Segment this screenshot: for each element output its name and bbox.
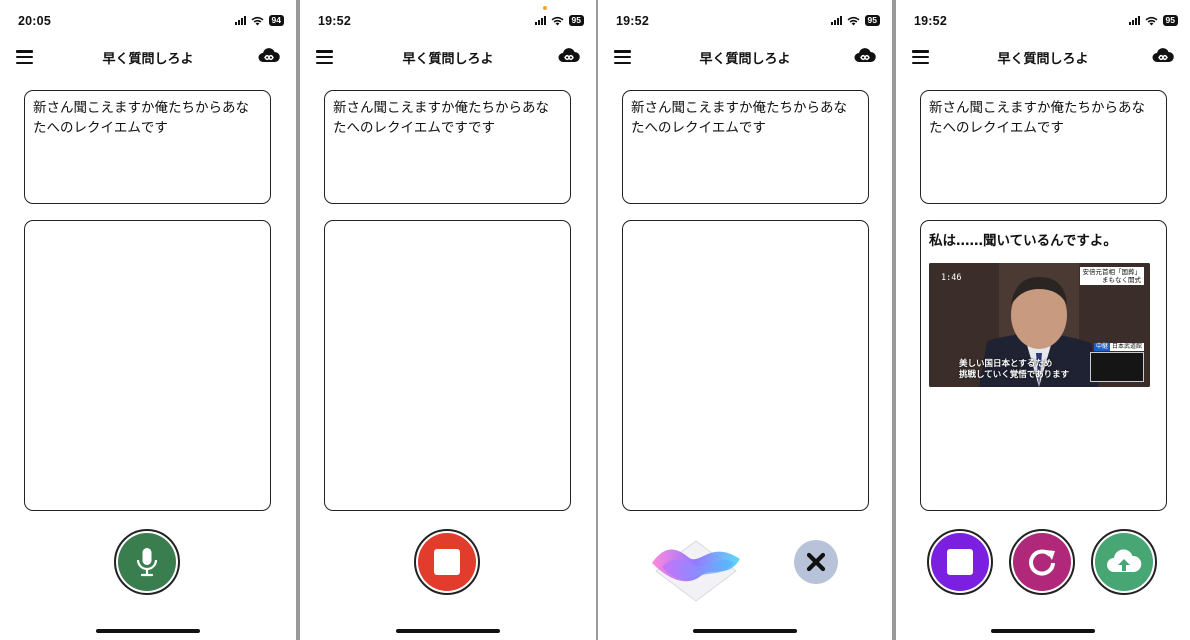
status-icons: 95 (830, 15, 880, 26)
nav-title: 早く質問しろよ (102, 52, 194, 67)
answer-box: 私は……聞いているんですよ。 1:46 安倍元首相「国葬」 まもなく開式 中継 … (920, 220, 1167, 511)
retry-button[interactable] (1009, 529, 1075, 595)
cloud-sync-icon[interactable] (1152, 47, 1174, 65)
siri-icon (652, 540, 740, 602)
news-caption-line-2: まもなく開式 (1102, 276, 1141, 284)
video-subtitle: 美しい国日本とするため 挑戦していく覚悟であります (959, 359, 1069, 381)
cloud-sync-icon[interactable] (854, 47, 876, 65)
answer-image: 1:46 安倍元首相「国葬」 まもなく開式 中継 日本武道館 美しい国日本とする… (929, 263, 1150, 387)
upload-button-face (1095, 533, 1153, 591)
home-indicator (396, 629, 500, 633)
video-timestamp: 1:46 (941, 273, 962, 283)
phone-screen-1: 20:05 94 早く質問しろよ 新さん聞こえますか俺たちからあなたへのレクイエ… (0, 0, 296, 640)
wifi-icon (251, 16, 264, 25)
mic-icon (136, 548, 158, 577)
cloud-upload-icon (1107, 549, 1142, 572)
phone-screen-4: 19:52 95 早く質問しろよ 新さん聞こえますか俺たちからあなたへのレクイエ… (896, 0, 1190, 640)
status-time: 20:05 (18, 14, 51, 28)
live-badge: 中継 日本武道館 (1093, 343, 1144, 351)
home-indicator (96, 629, 200, 633)
phone-screen-2: 19:52 95 早く質問しろよ 新さん聞こえますか俺たちからあなたへのレクイエ… (300, 0, 596, 640)
mic-button-face (118, 533, 176, 591)
recording-indicator-dot (543, 6, 547, 10)
wifi-icon (551, 16, 564, 25)
answer-box (622, 220, 869, 511)
close-icon (806, 552, 826, 572)
upload-button[interactable] (1091, 529, 1157, 595)
cloud-sync-icon[interactable] (258, 47, 280, 65)
live-badge-label: 中継 (1093, 343, 1110, 351)
signal-icon (1128, 16, 1140, 25)
home-indicator (693, 629, 797, 633)
question-text-box[interactable]: 新さん聞こえますか俺たちからあなたへのレクイエムです (920, 90, 1167, 204)
battery-indicator: 95 (1162, 15, 1178, 26)
status-time: 19:52 (914, 14, 947, 28)
nav-title: 早く質問しろよ (997, 52, 1089, 67)
question-text-box[interactable]: 新さん聞こえますか俺たちからあなたへのレクイエムです (622, 90, 869, 204)
nav-title: 早く質問しろよ (699, 52, 791, 67)
venue-badge-label: 日本武道館 (1109, 343, 1144, 351)
battery-indicator: 95 (864, 15, 880, 26)
phone-screen-3: 19:52 95 早く質問しろよ 新さん聞こえますか俺たちからあなたへのレクイエ… (598, 0, 892, 640)
status-time: 19:52 (318, 14, 351, 28)
cancel-button[interactable] (794, 540, 838, 584)
question-text-box[interactable]: 新さん聞こえますか俺たちからあなたへのレクイエムですです (324, 90, 571, 204)
stop-icon (947, 549, 973, 575)
cloud-sync-icon[interactable] (558, 47, 580, 65)
video-subtitle-line-1: 美しい国日本とするため (959, 359, 1053, 369)
signal-icon (534, 16, 546, 25)
stop-button[interactable] (927, 529, 993, 595)
status-icons: 95 (534, 15, 584, 26)
status-time: 19:52 (616, 14, 649, 28)
redo-icon (1029, 549, 1055, 576)
answer-box (24, 220, 271, 511)
news-caption-box: 安倍元首相「国葬」 まもなく開式 (1079, 267, 1144, 285)
signal-icon (830, 16, 842, 25)
wifi-icon (847, 16, 860, 25)
stop-recording-button[interactable] (414, 529, 480, 595)
home-indicator (991, 629, 1095, 633)
wifi-icon (1145, 16, 1158, 25)
answer-text: 私は……聞いているんですよ。 (929, 233, 1117, 249)
inset-video (1090, 352, 1144, 382)
stop-icon (434, 549, 460, 575)
nav-title: 早く質問しろよ (402, 52, 494, 67)
news-caption-line-1: 安倍元首相「国葬」 (1082, 268, 1142, 276)
signal-icon (234, 16, 246, 25)
battery-indicator: 94 (268, 15, 284, 26)
status-icons: 95 (1128, 15, 1178, 26)
answer-box (324, 220, 571, 511)
battery-indicator: 95 (568, 15, 584, 26)
mic-button[interactable] (114, 529, 180, 595)
stop-button-face (931, 533, 989, 591)
retry-button-face (1013, 533, 1071, 591)
question-text-box[interactable]: 新さん聞こえますか俺たちからあなたへのレクイエムです (24, 90, 271, 204)
stop-button-face (418, 533, 476, 591)
video-subtitle-line-2: 挑戦していく覚悟であります (959, 370, 1070, 380)
status-icons: 94 (234, 15, 284, 26)
